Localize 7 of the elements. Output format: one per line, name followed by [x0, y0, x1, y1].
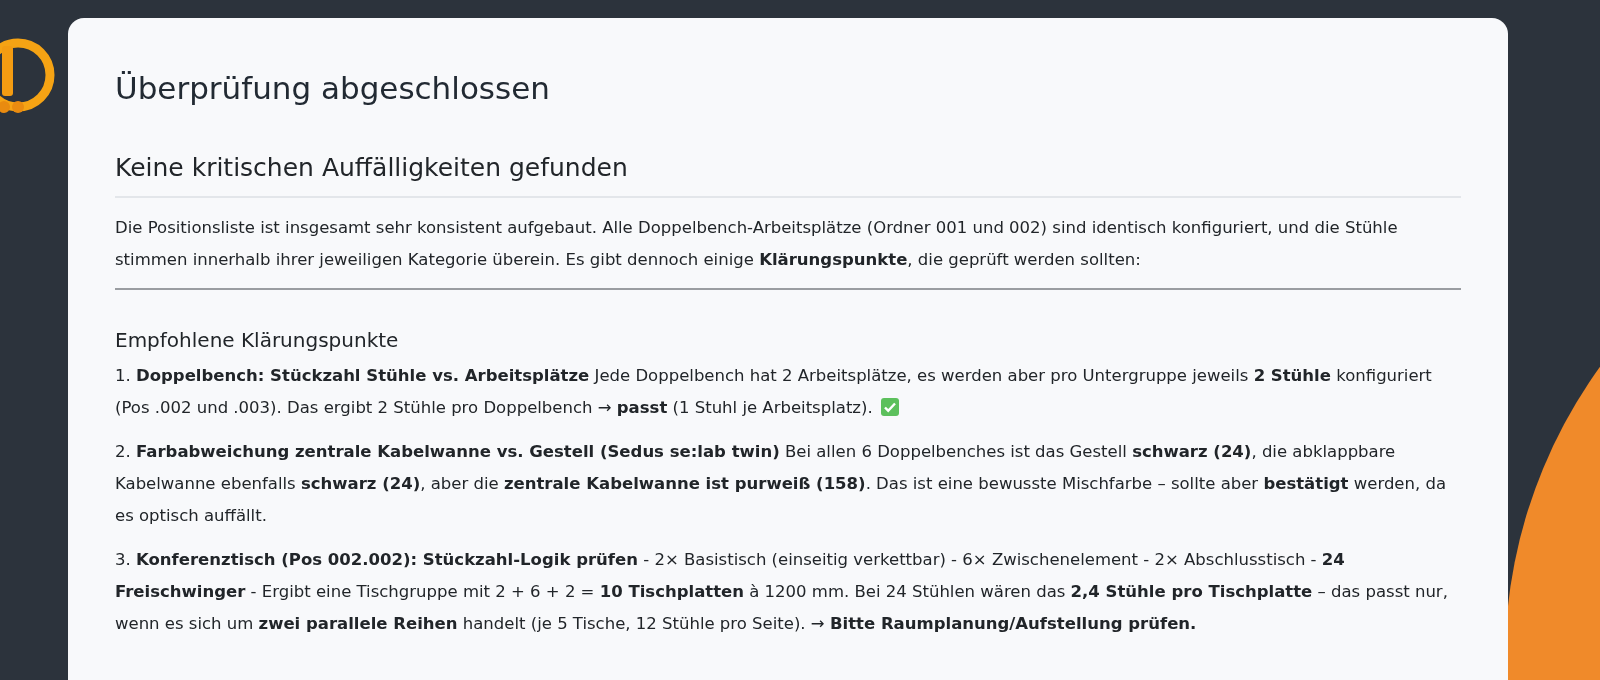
summary-paragraph: Die Positionsliste ist insgesamt sehr konsistent aufgebaut. Alle Doppelbench-Arbeitsplätze (Ordner 001 und 002) sind identisch konfiguriert, und die Stühle stimmen innerhalb ihrer jeweiligen Kategorie überein. Es gibt dennoch einige Klärungspunkte, die geprüft werden sollten: [115, 217, 1399, 271]
page-title: Überprüfung abgeschlossen [115, 69, 551, 108]
finding-paragraph: 1. Doppelbench: Stückzahl Stühle vs. Arbeitsplätze Jede Doppelbench hat 2 Arbeitsplätze, es werden aber pro Untergruppe jeweils 2 Stühle konfiguriert (Pos .002 und .003). Das ergibt 2 Stühle pro Doppelbench → passt (1 Stuhl je Arbeitsplatz). [115, 366, 1432, 417]
finding-paragraph: 2. Farbabweichung zentrale Kabelwanne vs. Gestell (Sedus se:lab twin) Bei allen 6 Doppelbenches ist das Gestell schwarz (24), die abklappbare Kabelwanne ebenfalls schwarz (24), aber die zentrale Kabelwanne ist purweiß (158). Das ist eine bewusste Mischfarbe – sollte aber bestätigt werden, da es optisch auffällt. [115, 442, 1447, 525]
finding-paragraph: 3. Konferenztisch (Pos 002.002): Stückzahl-Logik prüfen - 2× Basistisch (einseitig verkettbar) - 6× Zwischenelement - 2× Abschlusstisch - 24 Freischwinger - Ergibt eine Tischgruppe mit 2 + 6 + 2 = 10 Tischplatten à 1200 mm. Bei 24 Stühlen wären das 2,4 Stühle pro Tischplatte – das passt nur, wenn es sich um zwei parallele Reihen handelt (je 5 Tische, 12 Stühle pro Seite). → Bitte Raumplanung/Aufstellung prüfen. [115, 550, 1448, 633]
subsection-heading: Empfohlene Klärungspunkte [115, 327, 400, 354]
section-heading: Keine kritischen Auffälligkeiten gefunden [115, 148, 1461, 198]
